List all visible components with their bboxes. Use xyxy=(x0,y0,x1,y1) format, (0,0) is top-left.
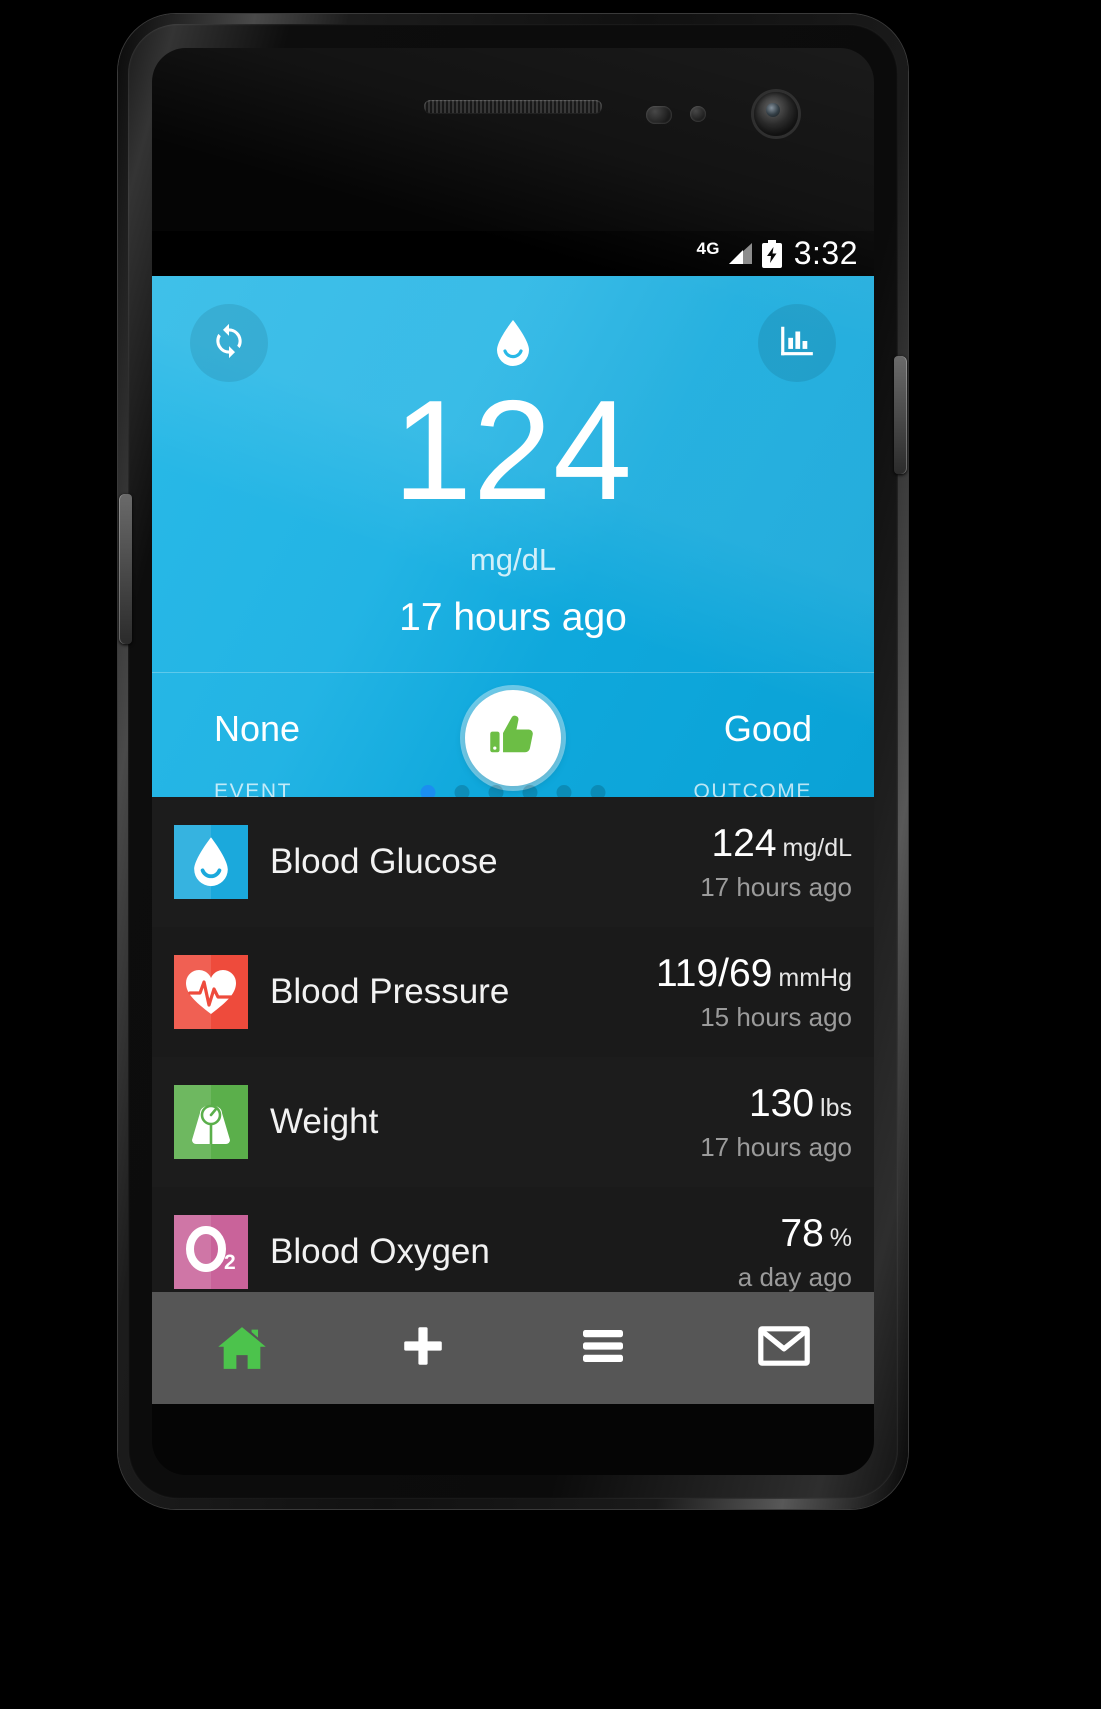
outcome-badge[interactable] xyxy=(465,690,561,786)
bar-chart-icon xyxy=(778,322,816,365)
table-row[interactable]: Blood Glucose 124 mg/dL 17 hours ago xyxy=(152,797,874,927)
network-type-label: 4G xyxy=(696,238,720,258)
nav-add-button[interactable] xyxy=(333,1292,514,1404)
power-button[interactable] xyxy=(894,356,907,474)
hamburger-menu-icon xyxy=(579,1326,627,1371)
event-value: None xyxy=(214,708,301,749)
metric-unit: mmHg xyxy=(778,963,852,992)
nav-home-button[interactable] xyxy=(152,1292,333,1404)
metric-readout: 78% a day ago xyxy=(738,1212,852,1293)
earpiece-speaker xyxy=(424,100,602,113)
light-sensor xyxy=(690,106,706,122)
thumbs-up-icon xyxy=(487,710,539,767)
primary-unit: mg/dL xyxy=(469,542,557,577)
nav-menu-button[interactable] xyxy=(513,1292,694,1404)
phone-device: 4G 3:32 124 mg/dL 17 hours ago None Good… xyxy=(118,14,908,1509)
metric-unit: % xyxy=(829,1223,852,1252)
chart-button[interactable] xyxy=(758,304,836,382)
outcome-value: Good xyxy=(723,708,812,749)
metric-list: Blood Glucose 124 mg/dL 17 hours ago Blo… xyxy=(152,797,874,1317)
metric-unit: lbs xyxy=(820,1093,852,1122)
phone-screen: 4G 3:32 124 mg/dL 17 hours ago None Good… xyxy=(152,231,874,1404)
metric-timestamp: 17 hours ago xyxy=(700,1131,852,1162)
heart-pulse-icon xyxy=(174,955,248,1029)
metric-readout: 119/69 mmHg 15 hours ago xyxy=(656,952,852,1033)
phone-body: 4G 3:32 124 mg/dL 17 hours ago None Good… xyxy=(119,24,907,1499)
metric-timestamp: a day ago xyxy=(737,1261,852,1292)
svg-text:2: 2 xyxy=(224,1251,236,1274)
metric-label: Blood Pressure xyxy=(270,972,510,1011)
primary-value: 124 xyxy=(393,371,633,530)
metric-label: Blood Glucose xyxy=(270,842,498,881)
metric-label: Weight xyxy=(270,1102,379,1141)
metric-value: 78 xyxy=(780,1211,824,1255)
water-drop-smiley-icon xyxy=(174,825,248,899)
refresh-button[interactable] xyxy=(190,304,268,382)
phone-bezel: 4G 3:32 124 mg/dL 17 hours ago None Good… xyxy=(152,48,874,1475)
metric-value: 130 xyxy=(748,1081,815,1125)
weight-scale-icon xyxy=(174,1085,248,1159)
signal-bars-icon xyxy=(728,243,752,264)
o2-icon: 2 xyxy=(174,1215,248,1289)
table-row[interactable]: Blood Pressure 119/69 mmHg 15 hours ago xyxy=(152,927,874,1057)
metric-timestamp: 15 hours ago xyxy=(700,1001,852,1032)
primary-timestamp: 17 hours ago xyxy=(399,596,627,639)
refresh-icon xyxy=(210,322,248,365)
metric-label: Blood Oxygen xyxy=(270,1232,490,1271)
volume-button[interactable] xyxy=(119,494,132,644)
nav-messages-button[interactable] xyxy=(694,1292,875,1404)
front-camera xyxy=(754,92,798,136)
metric-unit: mg/dL xyxy=(782,833,852,862)
table-row[interactable]: Weight 130 lbs 17 hours ago xyxy=(152,1057,874,1187)
battery-charging-icon xyxy=(761,239,783,268)
envelope-icon xyxy=(757,1325,810,1371)
home-icon xyxy=(217,1325,267,1371)
proximity-sensor xyxy=(646,106,672,124)
metric-readout: 124 mg/dL 17 hours ago xyxy=(700,822,852,903)
metric-readout: 130 lbs 17 hours ago xyxy=(700,1082,852,1163)
bottom-navigation-bar xyxy=(152,1292,874,1404)
event-outcome-swiper[interactable]: None Good EVENT OUTCOME xyxy=(152,672,874,803)
primary-reading-card: 124 mg/dL 17 hours ago None Good EVENT O… xyxy=(152,276,874,803)
metric-timestamp: 17 hours ago xyxy=(700,871,852,902)
water-drop-smiley-icon xyxy=(493,318,533,373)
metric-value: 124 xyxy=(711,821,777,865)
status-bar: 4G 3:32 xyxy=(152,231,874,276)
clock-label: 3:32 xyxy=(793,235,858,271)
plus-icon xyxy=(400,1323,446,1374)
metric-value: 119/69 xyxy=(656,951,773,995)
